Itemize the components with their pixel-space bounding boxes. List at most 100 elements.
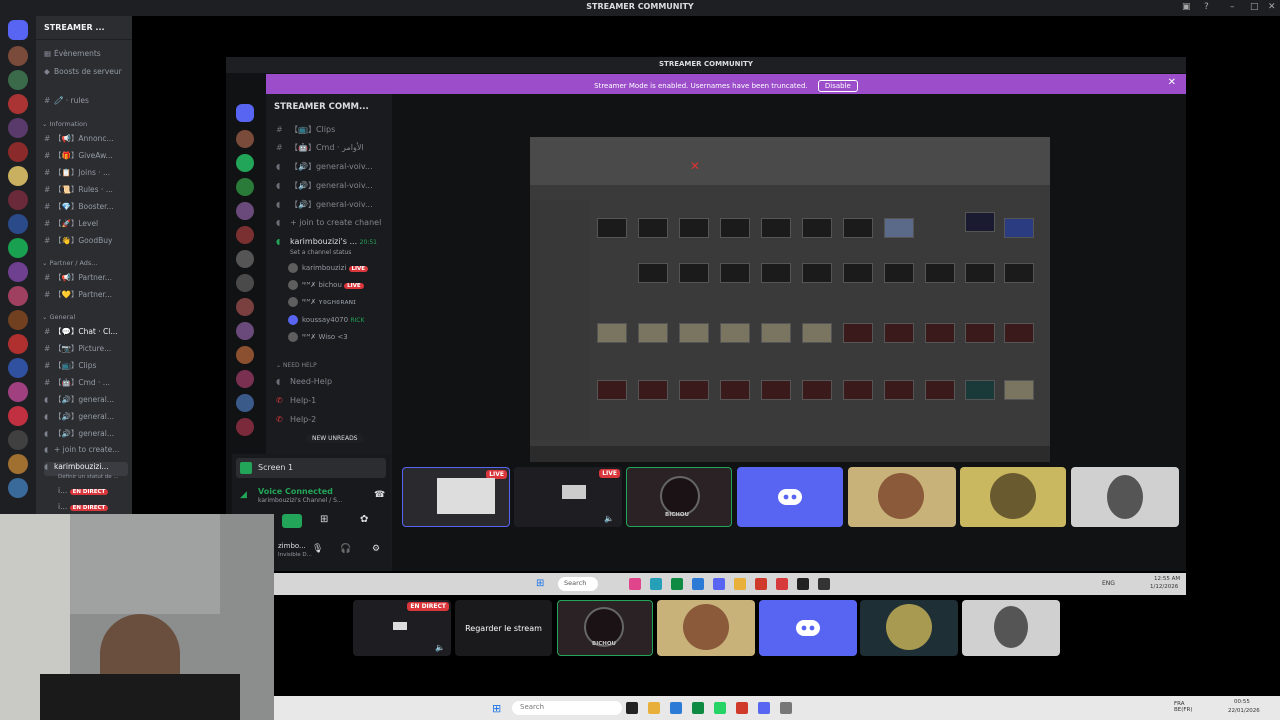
voice-user-row[interactable]: ᴺᴵᴹ✗ Wiso <3 [288,332,348,342]
app-icon[interactable] [776,578,788,590]
server-icon[interactable] [8,46,28,66]
server-icon[interactable] [236,418,254,436]
voice-channel-status[interactable]: Set a channel status [290,249,351,256]
server-icon[interactable] [8,142,28,162]
settings-gear-icon[interactable]: ⚙ [372,544,380,554]
channel-item[interactable]: # 【📢】Annonc... [44,133,128,147]
voice-channel-item[interactable]: ✆ Help-2 [276,415,316,424]
stream-tile-bigo[interactable] [848,467,956,527]
server-icon[interactable] [236,202,254,220]
headphones-icon[interactable]: 🎧 [340,544,351,554]
voice-channel-item[interactable]: ◖ + join to create chanel [276,218,381,227]
app-icon[interactable] [650,578,662,590]
maximize-icon[interactable]: □ [1250,2,1259,12]
clock-time[interactable]: 00:55 [1234,699,1250,705]
server-icon[interactable] [236,250,254,268]
chrome-icon[interactable] [736,702,748,714]
category-general[interactable]: ⌄ General [42,313,75,321]
camera-button[interactable] [282,514,302,528]
soundboard-icon[interactable]: ✿ [360,514,368,525]
watch-stream-tile[interactable]: Regarder le stream [455,600,552,656]
microphone-icon[interactable]: 🎙 [312,544,323,554]
close-icon[interactable]: ✕ [1168,77,1176,88]
voice-user-row[interactable]: koussay4070 RICK [288,315,364,325]
minimize-icon[interactable]: – [1230,2,1235,12]
channel-item[interactable]: # 【🤖】Cmd · ... [44,377,128,391]
app-icon[interactable] [818,578,830,590]
server-icon[interactable] [8,310,28,330]
voice-channel-item[interactable]: ✆ Help-1 [276,396,316,405]
volume-icon[interactable]: 🔈 [435,643,445,652]
channel-item[interactable]: # 【📋】Joins · ... [44,167,128,181]
channel-item[interactable]: # 【👋】GoodBuy [44,235,128,249]
server-icon[interactable] [8,430,28,450]
language-indicator[interactable]: ENG [1102,580,1115,587]
server-icon[interactable] [236,298,254,316]
stream-tile-bichou[interactable]: BICHOU [626,467,732,527]
channel-item[interactable]: # 【📜】Rules · ... [44,184,128,198]
app-icon[interactable] [626,702,638,714]
app-icon[interactable] [692,702,704,714]
clock-time[interactable]: 12:55 AM [1154,576,1180,582]
channel-item[interactable]: # 【🎁】GiveAw... [44,150,128,164]
app-icon[interactable] [692,578,704,590]
server-name[interactable]: STREAMER ... [36,16,132,40]
voice-channel-item[interactable]: ◖ + join to create... [44,445,128,459]
disable-button[interactable]: Disable [817,80,858,92]
inbox-icon[interactable]: ▣ [1182,2,1191,12]
server-icon[interactable] [236,130,254,148]
voice-channel-item[interactable]: ◖ 【🔊】general-voiv... [276,180,373,191]
help-icon[interactable]: ? [1204,2,1209,12]
server-icon[interactable] [8,358,28,378]
active-voice-channel[interactable]: ◖ karimbouzizi's ... 20:51 [276,237,377,246]
channel-item[interactable]: # 【📺】Clips [44,360,128,374]
server-icon[interactable] [8,190,28,210]
stream-tile[interactable]: LIVE [402,467,510,527]
server-boosts-item[interactable]: ◆ Boosts de serveur [44,67,128,81]
server-icon[interactable] [8,454,28,474]
channel-item[interactable]: # 【🚀】Level [44,218,128,232]
server-icon[interactable] [8,118,28,138]
activity-icon[interactable]: ⊞ [320,514,328,525]
server-icon[interactable] [8,286,28,306]
server-icon[interactable] [236,346,254,364]
inner-server-name[interactable]: STREAMER COMM... [274,102,369,112]
discord-home-icon[interactable] [236,104,254,122]
stream-tile-discord[interactable] [737,467,843,527]
server-icon[interactable] [8,214,28,234]
stream-tile[interactable]: LIVE 🔈 [514,467,622,527]
voice-channel-item[interactable]: ◖ 【🔊】general... [44,394,128,408]
channel-item[interactable]: # 【📺】Clips [276,124,335,135]
stream-tile-discord[interactable] [759,600,857,656]
discord-icon[interactable] [758,702,770,714]
signal-icon[interactable]: ◢ [240,490,247,500]
server-icon[interactable] [236,154,254,172]
app-icon[interactable] [670,702,682,714]
language-indicator[interactable]: FRA BE(FR) [1174,701,1204,713]
voice-user-row[interactable]: ᴺᴵᴹ✗ ʏ𝕠ɢʜ𝕠ʀᴀɴɪ [288,297,356,307]
channel-item[interactable]: # 【📢】Partner... [44,272,128,286]
category-partner[interactable]: ⌄ Partner / Ads... [42,259,98,267]
channel-item[interactable]: # 【💛】Partner... [44,289,128,303]
shared-screen-video[interactable] [530,137,1050,462]
channel-item[interactable]: # 【🤖】Cmd · الأوامر [276,142,364,153]
screen-share-bar[interactable]: Screen 1 [236,458,386,478]
app-icon[interactable] [671,578,683,590]
windows-start-icon[interactable]: ⊞ [536,578,544,589]
server-icon[interactable] [236,274,254,292]
disconnect-icon[interactable]: ☎ [374,490,385,500]
server-icon[interactable] [8,238,28,258]
channel-item[interactable]: # 【💎】Booster... [44,201,128,215]
windows-start-icon[interactable]: ⊞ [492,702,501,715]
stream-tile-user[interactable] [1071,467,1179,527]
volume-icon[interactable]: 🔈 [604,514,614,523]
stream-tile-bigo[interactable] [657,600,755,656]
voice-channel-item[interactable]: ◖ 【🔊】general... [44,411,128,425]
stream-tile-user[interactable] [962,600,1060,656]
category-information[interactable]: ⌄ Information [42,120,87,128]
server-icon[interactable] [8,406,28,426]
voice-user-row[interactable]: karimbouzizi LIVE [288,263,369,273]
new-unreads-pill[interactable]: NEW UNREADS [306,434,364,443]
channel-rules[interactable]: # 🧷 · rules [44,96,128,110]
voice-connected-sub[interactable]: karimbouzizi's Channel / S... [258,497,343,504]
